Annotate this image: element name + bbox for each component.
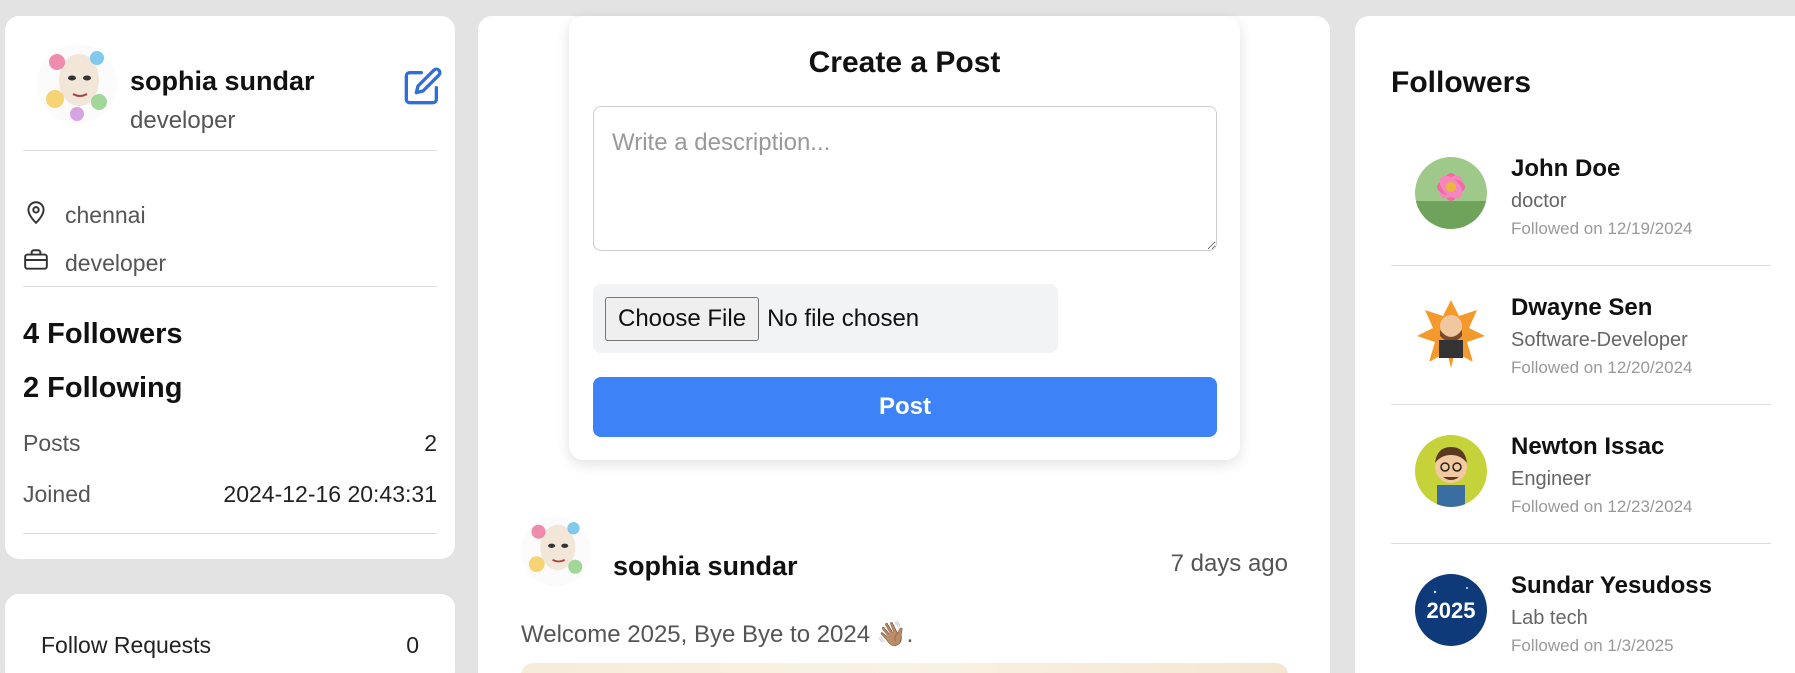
briefcase-icon — [23, 247, 65, 279]
choose-file-button[interactable]: Choose File — [605, 296, 760, 341]
file-input[interactable]: Choose File No file chosen — [593, 284, 1058, 353]
divider — [23, 286, 437, 287]
post-author-avatar[interactable] — [521, 516, 591, 586]
followers-card: Followers John Doe doctor Followed on 12… — [1355, 16, 1795, 673]
posts-value: 2 — [424, 430, 437, 456]
follow-requests-count: 0 — [406, 632, 419, 658]
follower-item[interactable]: 2025 Sundar Yesudoss Lab tech Followed o… — [1391, 545, 1771, 673]
post-author-name[interactable]: sophia sundar — [613, 551, 798, 582]
feed-card: Create a Post Choose File No file chosen… — [478, 16, 1330, 673]
divider — [23, 533, 437, 534]
location-row: chennai — [23, 199, 146, 231]
follower-avatar: 2025 — [1415, 574, 1487, 646]
follower-name: Dwayne Sen — [1511, 294, 1653, 321]
follower-avatar — [1415, 157, 1487, 229]
follower-name: Sundar Yesudoss — [1511, 572, 1712, 599]
profile-title: developer — [130, 107, 236, 134]
follower-item[interactable]: John Doe doctor Followed on 12/19/2024 — [1391, 128, 1771, 266]
post-image — [521, 663, 1288, 673]
joined-label: Joined — [23, 481, 91, 507]
follower-date: Followed on 12/19/2024 — [1511, 219, 1693, 238]
joined-value: 2024-12-16 20:43:31 — [223, 481, 437, 507]
follower-name: John Doe — [1511, 155, 1621, 182]
occupation-row: developer — [23, 247, 166, 279]
post-text: Welcome 2025, Bye Bye to 2024 👋🏽. — [521, 621, 914, 648]
profile-avatar[interactable] — [37, 44, 117, 124]
follower-date: Followed on 12/20/2024 — [1511, 358, 1693, 377]
posts-row: Posts 2 — [23, 430, 437, 457]
follower-item[interactable]: Dwayne Sen Software-Developer Followed o… — [1391, 267, 1771, 405]
profile-card: sophia sundar developer chennai develope… — [5, 16, 455, 559]
follower-role: Engineer — [1511, 468, 1592, 490]
create-post-title: Create a Post — [808, 46, 1001, 79]
followers-count[interactable]: 4 Followers — [23, 318, 183, 351]
follower-item[interactable]: Newton Issac Engineer Followed on 12/23/… — [1391, 406, 1771, 544]
posts-label: Posts — [23, 430, 81, 456]
follower-name: Newton Issac — [1511, 433, 1665, 460]
description-input[interactable] — [593, 106, 1217, 251]
follow-requests-label: Follow Requests — [41, 632, 212, 658]
joined-row: Joined 2024-12-16 20:43:31 — [23, 481, 437, 508]
profile-name: sophia sundar — [130, 66, 315, 96]
following-count[interactable]: 2 Following — [23, 372, 183, 405]
follower-role: doctor — [1511, 190, 1567, 212]
follower-avatar — [1415, 296, 1487, 368]
post-button[interactable]: Post — [593, 377, 1217, 437]
edit-profile-icon[interactable] — [403, 66, 443, 106]
post-timestamp: 7 days ago — [1170, 550, 1288, 577]
occupation-text: developer — [65, 249, 167, 276]
follow-requests-card[interactable]: Follow Requests 0 — [5, 594, 455, 673]
create-post-card: Create a Post Choose File No file chosen… — [569, 16, 1240, 460]
divider — [23, 150, 437, 151]
location-pin-icon — [23, 199, 65, 231]
follower-date: Followed on 1/3/2025 — [1511, 636, 1674, 655]
followers-title: Followers — [1391, 66, 1532, 99]
follower-role: Lab tech — [1511, 607, 1588, 629]
no-file-text: No file chosen — [767, 304, 920, 332]
follower-role: Software-Developer — [1511, 329, 1688, 351]
svg-text:2025: 2025 — [1427, 598, 1476, 623]
follower-avatar — [1415, 435, 1487, 507]
follower-date: Followed on 12/23/2024 — [1511, 497, 1693, 516]
location-text: chennai — [65, 201, 146, 228]
